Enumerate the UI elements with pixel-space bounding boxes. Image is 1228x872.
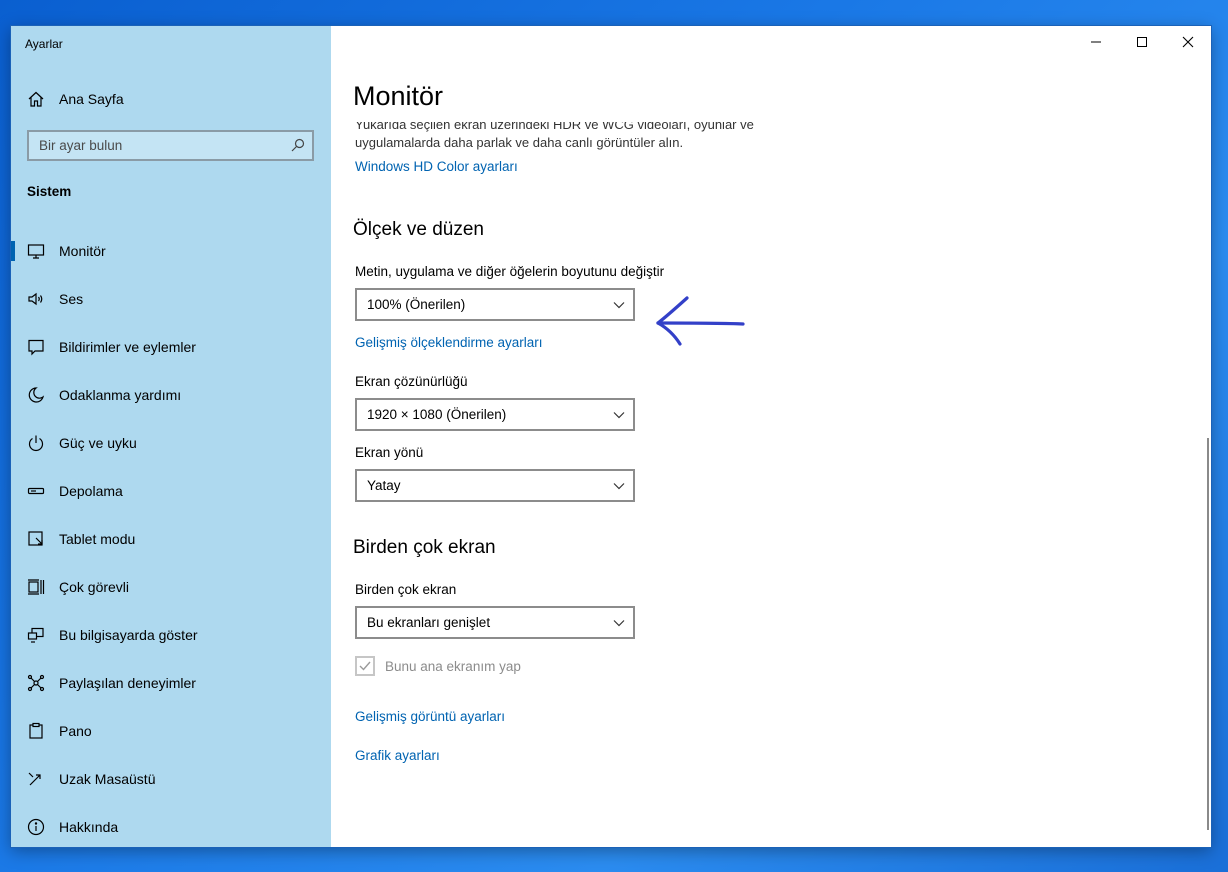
hdr-description-2: uygulamalarda daha parlak ve daha canlı … <box>355 133 815 152</box>
shared-icon <box>27 674 45 692</box>
sidebar-item-monitor[interactable]: Monitör <box>11 227 331 275</box>
sidebar-item-sound[interactable]: Ses <box>11 275 331 323</box>
multi-display-dropdown-value: Bu ekranları genişlet <box>367 615 491 630</box>
sidebar-item-focus-assist[interactable]: Odaklanma yardımı <box>11 371 331 419</box>
checkmark-icon <box>359 661 371 671</box>
sidebar-nav: Monitör Ses Bildirimler ve eylemler Odak… <box>11 227 331 847</box>
multi-display-label: Birden çok ekran <box>355 582 457 597</box>
sidebar-item-power[interactable]: Güç ve uyku <box>11 419 331 467</box>
sidebar-item-label: Monitör <box>59 243 106 259</box>
search-icon[interactable] <box>291 138 305 152</box>
sidebar-item-label: Paylaşılan deneyimler <box>59 675 196 691</box>
multi-display-section-heading: Birden çok ekran <box>353 537 496 558</box>
home-link[interactable]: Ana Sayfa <box>27 88 124 110</box>
sidebar-item-shared-experiences[interactable]: Paylaşılan deneyimler <box>11 659 331 707</box>
sidebar-item-label: Odaklanma yardımı <box>59 387 182 403</box>
page-title: Monitör <box>353 81 444 111</box>
sidebar-item-label: Bildirimler ve eylemler <box>59 339 196 355</box>
home-label: Ana Sayfa <box>59 91 124 107</box>
sidebar-item-label: Ses <box>59 291 84 307</box>
hdr-description: Yukarıda seçilen ekran üzerindeki HDR ve… <box>355 117 815 134</box>
info-icon <box>27 818 45 836</box>
sidebar-item-label: Pano <box>59 723 92 739</box>
sidebar: Ayarlar Ana Sayfa Sistem Monitör Ses <box>11 26 331 847</box>
advanced-display-link[interactable]: Gelişmiş görüntü ayarları <box>355 709 505 724</box>
multitask-icon <box>28 579 45 595</box>
orientation-dropdown[interactable]: Yatay <box>355 469 635 502</box>
chevron-down-icon <box>613 620 625 627</box>
sidebar-item-multitasking[interactable]: Çok görevli <box>11 563 331 611</box>
multi-display-dropdown[interactable]: Bu ekranları genişlet <box>355 606 635 639</box>
remote-icon <box>28 772 41 786</box>
hdr-description-line2: uygulamalarda daha parlak ve daha canlı … <box>355 135 684 150</box>
scale-dropdown-value: 100% (Önerilen) <box>367 297 466 312</box>
speaker-icon <box>28 292 43 306</box>
settings-window: Ayarlar Ana Sayfa Sistem Monitör Ses <box>11 26 1211 847</box>
scale-section-heading: Ölçek ve düzen <box>353 219 484 240</box>
sidebar-item-label: Hakkında <box>59 819 119 835</box>
chevron-down-icon <box>613 412 625 419</box>
chevron-down-icon <box>613 302 625 309</box>
project-icon <box>27 627 44 643</box>
scrollbar[interactable] <box>1207 438 1209 830</box>
windows-hd-color-link[interactable]: Windows HD Color ayarları <box>355 159 518 174</box>
sidebar-item-storage[interactable]: Depolama <box>11 467 331 515</box>
resolution-label: Ekran çözünürlüğü <box>355 374 468 389</box>
sidebar-item-label: Tablet modu <box>59 531 136 547</box>
resolution-dropdown-value: 1920 × 1080 (Önerilen) <box>367 407 507 422</box>
sidebar-item-label: Depolama <box>59 483 123 499</box>
sidebar-item-project[interactable]: Bu bilgisayarda göster <box>11 611 331 659</box>
chevron-down-icon <box>613 483 625 490</box>
search-input[interactable] <box>29 132 279 159</box>
orientation-dropdown-value: Yatay <box>367 478 401 493</box>
sidebar-item-label: Çok görevli <box>59 579 130 595</box>
main-content: Monitör Yukarıda seçilen ekran üzerindek… <box>331 26 1211 847</box>
primary-display-checkbox-row: Bunu ana ekranım yap <box>355 656 521 676</box>
notification-icon <box>28 339 44 356</box>
search-box[interactable] <box>27 130 314 161</box>
section-label-system: Sistem <box>27 184 72 199</box>
sidebar-item-notifications[interactable]: Bildirimler ve eylemler <box>11 323 331 371</box>
primary-display-checkbox[interactable] <box>355 656 375 676</box>
clipboard-icon <box>29 722 43 739</box>
sidebar-item-label: Uzak Masaüstü <box>59 771 156 787</box>
home-icon <box>28 91 44 107</box>
advanced-scaling-link[interactable]: Gelişmiş ölçeklendirme ayarları <box>355 335 543 350</box>
storage-icon <box>27 487 45 495</box>
sidebar-item-label: Bu bilgisayarda göster <box>59 627 198 643</box>
annotation-arrow-icon <box>656 296 745 346</box>
orientation-label: Ekran yönü <box>355 445 424 460</box>
scale-label: Metin, uygulama ve diğer öğelerin boyutu… <box>355 264 665 279</box>
moon-icon <box>28 387 45 403</box>
app-title: Ayarlar <box>25 37 63 51</box>
sidebar-item-clipboard[interactable]: Pano <box>11 707 331 755</box>
scale-dropdown[interactable]: 100% (Önerilen) <box>355 288 635 321</box>
sidebar-item-remote-desktop[interactable]: Uzak Masaüstü <box>11 755 331 803</box>
graphics-settings-link[interactable]: Grafik ayarları <box>355 748 440 763</box>
primary-display-checkbox-label: Bunu ana ekranım yap <box>385 658 521 674</box>
sidebar-item-about[interactable]: Hakkında <box>11 803 331 847</box>
monitor-icon <box>27 244 45 259</box>
power-icon <box>28 435 44 452</box>
resolution-dropdown[interactable]: 1920 × 1080 (Önerilen) <box>355 398 635 431</box>
hdr-description-line1: Yukarıda seçilen ekran üzerindeki HDR ve… <box>355 117 754 132</box>
sidebar-item-label: Güç ve uyku <box>59 435 137 451</box>
tablet-icon <box>28 531 43 546</box>
sidebar-item-tablet[interactable]: Tablet modu <box>11 515 331 563</box>
